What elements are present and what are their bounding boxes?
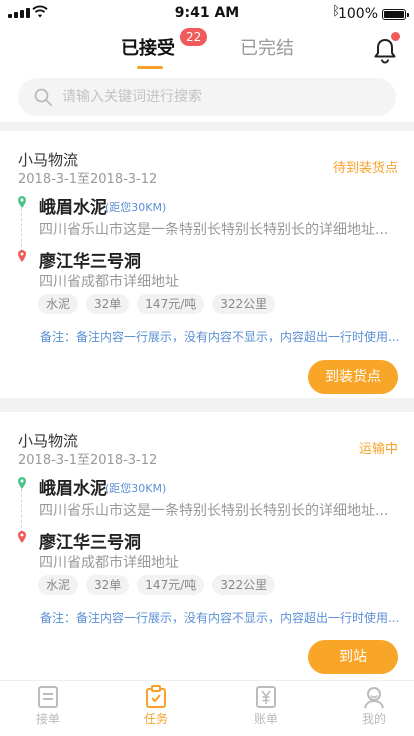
tag-price: 147元/吨 bbox=[137, 575, 205, 595]
company-name: 小马物流 bbox=[18, 151, 79, 169]
tab-profile-label: 我的 bbox=[361, 712, 386, 726]
tag-orders: 32单 bbox=[86, 575, 130, 595]
remark-text: 备注：备注内容一行展示，没有内容不显示，内容超出一行时使用... bbox=[40, 330, 400, 344]
user-icon bbox=[364, 687, 384, 709]
arrive-loading-button[interactable]: 到装货点 bbox=[308, 360, 398, 394]
battery-icon bbox=[382, 9, 409, 20]
search-bar bbox=[0, 72, 414, 122]
remark-text: 备注：备注内容一行展示，没有内容不显示，内容超出一行时使用... bbox=[40, 611, 400, 625]
origin-pin-icon bbox=[18, 477, 26, 489]
destination-address: 四川省成都市详细地址 bbox=[39, 274, 179, 290]
tag-distance: 322公里 bbox=[212, 294, 276, 314]
tab-accepted-label: 已接受 bbox=[121, 38, 175, 59]
tab-bills-label: 账单 bbox=[253, 712, 278, 726]
accepted-count-badge: 22 bbox=[180, 28, 208, 46]
tag-distance: 322公里 bbox=[212, 575, 276, 595]
distance-label: (距您30KM) bbox=[105, 201, 167, 214]
tag-orders: 32单 bbox=[86, 294, 130, 314]
origin-name: 峨眉水泥 bbox=[39, 198, 107, 218]
tab-bills[interactable]: 账单 bbox=[236, 685, 296, 727]
tag-list: 水泥 32单 147元/吨 322公里 bbox=[38, 294, 276, 314]
distance-label: (距您30KM) bbox=[105, 482, 167, 495]
tag-cargo: 水泥 bbox=[38, 575, 79, 595]
tag-list: 水泥 32单 147元/吨 322公里 bbox=[38, 575, 276, 595]
bottom-tab-bar: 接单 任务 账单 我的 bbox=[0, 680, 414, 736]
arrive-station-button[interactable]: 到站 bbox=[308, 640, 398, 674]
order-card[interactable]: 小马物流 待到装货点 2018-3-1至2018-3-12 峨眉水泥 (距您30… bbox=[0, 131, 414, 398]
tab-orders-label: 接单 bbox=[35, 712, 60, 726]
tag-price: 147元/吨 bbox=[137, 294, 205, 314]
route-line bbox=[21, 489, 22, 533]
task-check-icon bbox=[146, 685, 166, 708]
route-line bbox=[21, 208, 22, 252]
tab-profile[interactable]: 我的 bbox=[344, 685, 404, 727]
destination-pin-icon bbox=[18, 250, 26, 262]
order-card[interactable]: 小马物流 运输中 2018-3-1至2018-3-12 峨眉水泥 (距您30KM… bbox=[0, 412, 414, 680]
active-tab-indicator bbox=[137, 66, 163, 69]
search-box[interactable] bbox=[18, 78, 396, 116]
battery-percent: 100% bbox=[337, 6, 378, 22]
tag-cargo: 水泥 bbox=[38, 294, 79, 314]
tab-tasks-label: 任务 bbox=[143, 712, 168, 726]
notification-dot bbox=[391, 32, 400, 41]
tab-orders[interactable]: 接单 bbox=[18, 685, 78, 727]
search-input[interactable] bbox=[62, 78, 382, 116]
origin-address: 四川省乐山市这是一条特别长特别长特别长的详细地址... bbox=[39, 503, 389, 519]
tab-completed[interactable]: 已完结 bbox=[240, 34, 294, 60]
status-bar: 9:41 AM ᛒ 100% bbox=[0, 0, 414, 28]
date-range: 2018-3-1至2018-3-12 bbox=[18, 453, 158, 468]
order-status: 待到装货点 bbox=[332, 161, 398, 176]
tab-tasks[interactable]: 任务 bbox=[126, 685, 186, 727]
origin-address: 四川省乐山市这是一条特别长特别长特别长的详细地址... bbox=[39, 222, 389, 238]
tab-accepted[interactable]: 已接受 bbox=[121, 34, 175, 69]
destination-name: 廖江华三号洞 bbox=[39, 252, 141, 272]
destination-pin-icon bbox=[18, 531, 26, 543]
origin-name: 峨眉水泥 bbox=[39, 479, 107, 499]
search-icon bbox=[34, 88, 52, 106]
top-tabs: 已接受 22 已完结 bbox=[0, 28, 414, 72]
destination-name: 廖江华三号洞 bbox=[39, 533, 141, 553]
company-name: 小马物流 bbox=[18, 432, 79, 450]
destination-address: 四川省成都市详细地址 bbox=[39, 555, 179, 571]
origin-pin-icon bbox=[18, 196, 26, 208]
date-range: 2018-3-1至2018-3-12 bbox=[18, 172, 158, 187]
clipboard-icon bbox=[38, 686, 58, 708]
order-status: 运输中 bbox=[358, 442, 398, 457]
yen-bill-icon bbox=[256, 686, 276, 708]
